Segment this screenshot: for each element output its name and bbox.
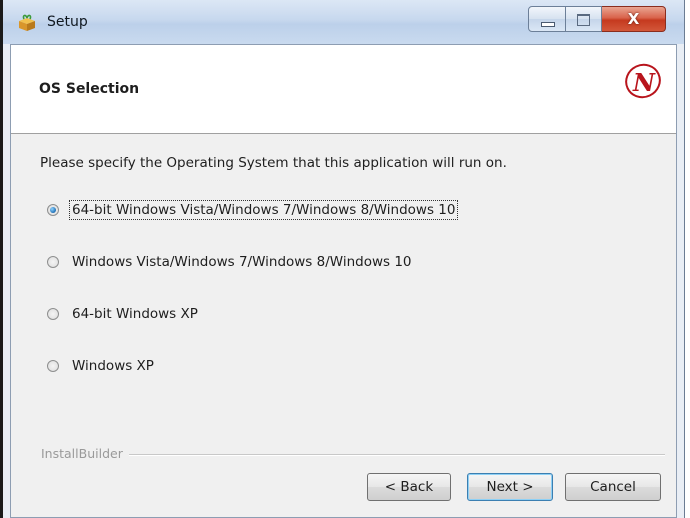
- radio-button-checked[interactable]: [47, 204, 59, 216]
- title-bar[interactable]: Setup X: [3, 0, 684, 44]
- maximize-button[interactable]: [566, 6, 602, 32]
- next-button[interactable]: Next >: [467, 473, 553, 501]
- back-button[interactable]: < Back: [367, 473, 451, 501]
- os-option-vista-10[interactable]: Windows Vista/Windows 7/Windows 8/Window…: [47, 253, 414, 271]
- option-label[interactable]: 64-bit Windows Vista/Windows 7/Windows 8…: [68, 200, 459, 220]
- option-label[interactable]: 64-bit Windows XP: [70, 305, 200, 323]
- minimize-icon: [541, 22, 555, 27]
- caption-buttons: X: [528, 6, 666, 32]
- option-label[interactable]: Windows XP: [70, 357, 156, 375]
- installbuilder-label: InstallBuilder: [41, 446, 123, 461]
- maximize-icon: [577, 14, 590, 26]
- wizard-header: OS Selection N: [11, 45, 676, 134]
- setup-window: Setup X OS Selection N Please specify th…: [3, 0, 685, 518]
- os-option-64bit-vista-10[interactable]: 64-bit Windows Vista/Windows 7/Windows 8…: [47, 200, 459, 220]
- os-option-64bit-xp[interactable]: 64-bit Windows XP: [47, 305, 200, 323]
- instruction-text: Please specify the Operating System that…: [40, 155, 507, 171]
- setup-box-icon: [19, 14, 35, 31]
- os-option-xp[interactable]: Windows XP: [47, 357, 156, 375]
- window-title: Setup: [47, 14, 88, 30]
- n-logo-icon: N: [625, 63, 661, 99]
- radio-button[interactable]: [47, 360, 59, 372]
- minimize-button[interactable]: [528, 6, 566, 32]
- radio-button[interactable]: [47, 308, 59, 320]
- cancel-button[interactable]: Cancel: [565, 473, 661, 501]
- close-icon: X: [627, 10, 640, 28]
- page-title: OS Selection: [39, 81, 140, 97]
- radio-button[interactable]: [47, 256, 59, 268]
- wizard-body: OS Selection N Please specify the Operat…: [10, 44, 677, 518]
- separator-line: [129, 454, 665, 456]
- close-button[interactable]: X: [602, 6, 666, 32]
- logo-letter: N: [632, 68, 656, 97]
- option-label[interactable]: Windows Vista/Windows 7/Windows 8/Window…: [70, 253, 414, 271]
